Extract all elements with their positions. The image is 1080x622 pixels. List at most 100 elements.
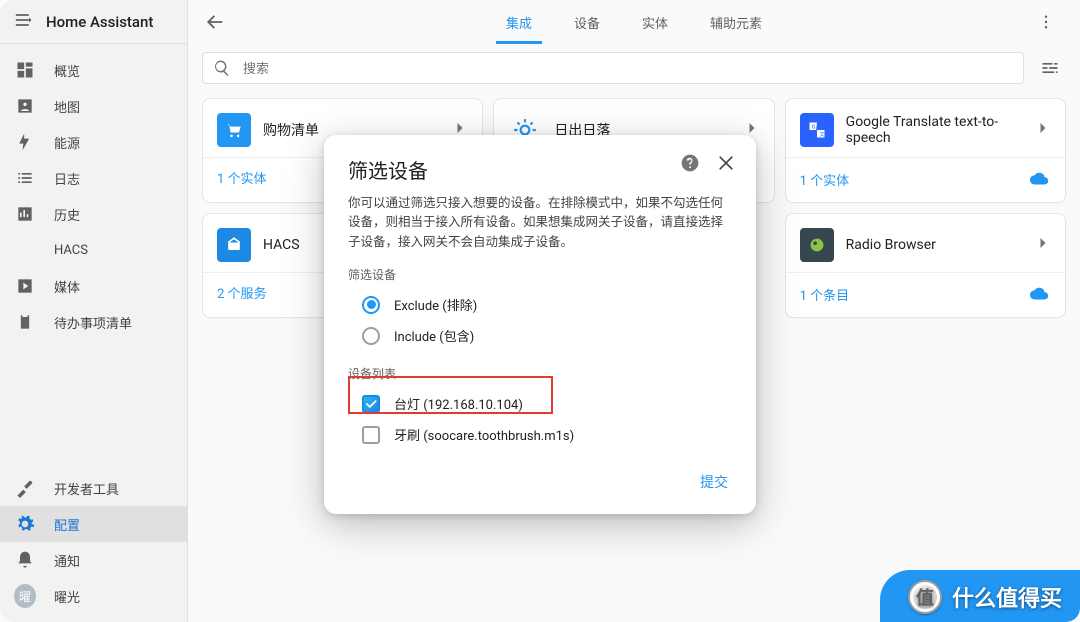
card-footer-text[interactable]: 2 个服务 bbox=[217, 283, 267, 302]
nav-label: 地图 bbox=[54, 97, 80, 116]
filter-devices-dialog: 筛选设备 你可以通过筛选只接入想要的设备。在排除模式中，如果不勾选任何设备，则相… bbox=[324, 135, 756, 514]
svg-text:G: G bbox=[812, 124, 816, 130]
nav-label: 媒体 bbox=[54, 277, 80, 296]
dashboard-icon bbox=[14, 60, 36, 80]
cart-icon bbox=[217, 113, 251, 147]
radio-label: Include (包含) bbox=[394, 326, 474, 345]
sidebar-nav: 概览 地图 能源 日志 历史 HACS bbox=[0, 44, 187, 348]
chevron-right-icon bbox=[1033, 233, 1053, 257]
clipboard-icon bbox=[14, 312, 36, 332]
avatar: 曜 bbox=[14, 584, 36, 608]
bolt-icon bbox=[14, 132, 36, 152]
sidebar: Home Assistant 概览 地图 能源 日志 历史 bbox=[0, 0, 188, 622]
watermark-text: 什么值得买 bbox=[952, 581, 1062, 613]
sidebar-item-hacs[interactable]: HACS bbox=[0, 232, 187, 268]
search-input[interactable] bbox=[241, 60, 1013, 77]
watermark: 值 什么值得买 bbox=[884, 572, 1080, 622]
cloud-icon bbox=[1029, 168, 1051, 190]
chart-icon bbox=[14, 204, 36, 224]
nav-label: 待办事项清单 bbox=[54, 313, 132, 332]
card-title: Radio Browser bbox=[846, 237, 1021, 253]
bell-icon bbox=[14, 550, 36, 570]
tab-entities[interactable]: 实体 bbox=[642, 0, 668, 44]
play-box-icon bbox=[14, 276, 36, 296]
avatar-square-icon bbox=[14, 96, 36, 116]
dialog-actions: 提交 bbox=[348, 466, 732, 498]
section-devices-label: 设备列表 bbox=[348, 365, 732, 382]
sidebar-header: Home Assistant bbox=[0, 0, 187, 44]
wrench-icon bbox=[14, 478, 36, 498]
cloud-icon bbox=[1029, 283, 1051, 305]
list-icon bbox=[14, 168, 36, 188]
device-row-toothbrush[interactable]: 牙刷 (soocare.toothbrush.m1s) bbox=[348, 419, 732, 450]
nav-label: HACS bbox=[54, 243, 88, 258]
more-button[interactable] bbox=[1032, 8, 1060, 36]
device-label: 牙刷 (soocare.toothbrush.m1s) bbox=[394, 425, 574, 444]
dialog-description: 你可以通过筛选只接入想要的设备。在排除模式中，如果不勾选任何设备，则相当于接入所… bbox=[348, 194, 732, 252]
card-footer-text[interactable]: 1 个实体 bbox=[217, 168, 267, 187]
close-button[interactable] bbox=[712, 149, 740, 177]
tabs: 集成 设备 实体 辅助元素 bbox=[506, 0, 762, 44]
search-bar bbox=[202, 52, 1066, 84]
checkbox-icon bbox=[362, 426, 380, 444]
watermark-badge: 值 bbox=[908, 580, 942, 614]
search-field[interactable] bbox=[202, 52, 1024, 84]
sidebar-item-energy[interactable]: 能源 bbox=[0, 124, 187, 160]
card-radio-browser[interactable]: Radio Browser 1 个条目 bbox=[785, 213, 1066, 318]
submit-button[interactable]: 提交 bbox=[696, 466, 732, 498]
sidebar-item-history[interactable]: 历史 bbox=[0, 196, 187, 232]
card-footer-text[interactable]: 1 个实体 bbox=[800, 170, 850, 189]
nav-label: 曜光 bbox=[54, 587, 80, 606]
checkbox-icon bbox=[362, 395, 380, 413]
hacs-icon bbox=[217, 228, 251, 262]
sidebar-item-map[interactable]: 地图 bbox=[0, 88, 187, 124]
sidebar-item-todo[interactable]: 待办事项清单 bbox=[0, 304, 187, 340]
radio-icon bbox=[362, 327, 380, 345]
radio-exclude[interactable]: Exclude (排除) bbox=[348, 289, 732, 320]
sidebar-item-media[interactable]: 媒体 bbox=[0, 268, 187, 304]
section-filter-label: 筛选设备 bbox=[348, 266, 732, 283]
sidebar-item-user[interactable]: 曜 曜光 bbox=[0, 578, 187, 614]
avatar-initial: 曜 bbox=[14, 584, 36, 608]
svg-text:文: 文 bbox=[819, 131, 824, 138]
help-button[interactable] bbox=[676, 149, 704, 177]
nav-label: 开发者工具 bbox=[54, 479, 119, 498]
help-circle-icon bbox=[680, 153, 700, 173]
radio-label: Exclude (排除) bbox=[394, 295, 477, 314]
sidebar-item-config[interactable]: 配置 bbox=[0, 506, 187, 542]
menu-icon[interactable] bbox=[14, 10, 34, 34]
radio-icon bbox=[800, 228, 834, 262]
device-label: 台灯 (192.168.10.104) bbox=[394, 394, 523, 413]
card-footer-text[interactable]: 1 个条目 bbox=[800, 285, 850, 304]
sidebar-bottom: 开发者工具 配置 通知 曜 曜光 bbox=[0, 470, 187, 622]
nav-label: 日志 bbox=[54, 169, 80, 188]
tab-helpers[interactable]: 辅助元素 bbox=[710, 0, 762, 44]
tab-devices[interactable]: 设备 bbox=[574, 0, 600, 44]
nav-label: 配置 bbox=[54, 515, 80, 534]
radio-icon bbox=[362, 296, 380, 314]
sidebar-item-overview[interactable]: 概览 bbox=[0, 52, 187, 88]
nav-label: 能源 bbox=[54, 133, 80, 152]
card-google-translate-tts[interactable]: G文 Google Translate text-to-speech 1 个实体 bbox=[785, 98, 1066, 203]
sidebar-item-notify[interactable]: 通知 bbox=[0, 542, 187, 578]
translate-icon: G文 bbox=[800, 113, 834, 147]
search-icon bbox=[213, 59, 231, 77]
chevron-right-icon bbox=[1033, 118, 1053, 142]
tune-icon bbox=[1040, 58, 1060, 78]
device-row-lamp[interactable]: 台灯 (192.168.10.104) bbox=[348, 388, 732, 419]
back-button[interactable] bbox=[198, 5, 232, 39]
sidebar-item-dev[interactable]: 开发者工具 bbox=[0, 470, 187, 506]
nav-label: 历史 bbox=[54, 205, 80, 224]
gear-icon bbox=[14, 514, 36, 534]
dialog-title: 筛选设备 bbox=[348, 155, 732, 184]
nav-label: 通知 bbox=[54, 551, 80, 570]
nav-label: 概览 bbox=[54, 61, 80, 80]
filter-button[interactable] bbox=[1034, 52, 1066, 84]
sidebar-item-log[interactable]: 日志 bbox=[0, 160, 187, 196]
arrow-left-icon bbox=[204, 11, 226, 33]
tab-integrations[interactable]: 集成 bbox=[506, 0, 532, 44]
card-title: Google Translate text-to-speech bbox=[846, 114, 1021, 146]
close-icon bbox=[716, 153, 736, 173]
app-title: Home Assistant bbox=[46, 13, 153, 31]
radio-include[interactable]: Include (包含) bbox=[348, 320, 732, 351]
